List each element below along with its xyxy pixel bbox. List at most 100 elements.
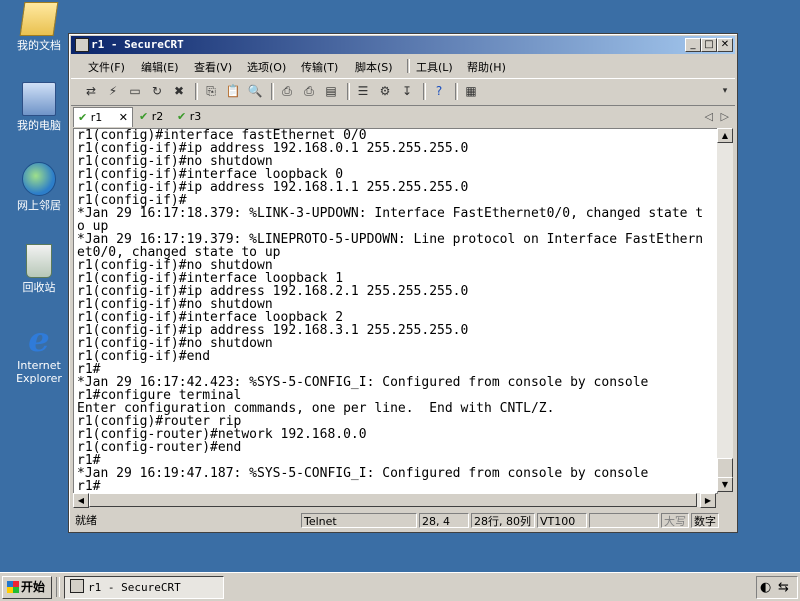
taskbar-separator [56,577,60,597]
terminal-line: r1(config-router)#end [77,440,242,455]
recycle-bin-icon [26,244,52,278]
menu-edit[interactable]: 编辑(E) [141,59,179,75]
connect-icon[interactable]: ⇄ [83,83,99,99]
map-icon[interactable]: ▦ [463,83,479,99]
terminal-lines: r1(config)#interface fastEthernet 0/0 r1(… [77,129,703,493]
taskbar-button-label: r1 - SecureCRT [88,581,181,594]
tab-label: r2 [151,110,164,123]
desktop-icon-my-computer[interactable]: 我的电脑 [8,82,70,132]
scroll-down-icon[interactable]: ▼ [717,477,733,492]
vertical-scrollbar[interactable]: ▲ ▼ [717,128,733,492]
securecrt-task-icon [70,579,84,593]
securecrt-app-icon[interactable] [75,38,89,52]
menu-file[interactable]: 文件(F) [88,59,125,75]
status-ready: 就绪 [75,514,97,527]
toolbar-overflow-icon[interactable]: ▾ [717,83,733,99]
securecrt-window: r1 - SecureCRT _ □ ✕ 文件(F) 编辑(E) 查看(V) 选… [68,33,738,533]
desktop-icon-label: 我的文档 [17,39,61,52]
tab-prev-icon[interactable]: ◁ [705,107,713,126]
my-documents-icon [19,2,59,36]
desktop-icon-label: 回收站 [22,281,56,294]
toolbar-separator [271,83,274,100]
start-button[interactable]: 开始 [2,576,52,599]
quick-connect-icon[interactable]: ⚡ [105,83,121,99]
network-icon[interactable]: ⇆ [778,580,789,595]
tab-label: r1 [90,111,103,124]
keymap-icon[interactable]: ↧ [399,83,415,99]
status-empty-cell [589,513,659,528]
desktop-icon-my-documents[interactable]: 我的文档 [8,2,70,52]
menu-bar: 文件(F) 编辑(E) 查看(V) 选项(O) 传输(T) 脚本(S) 工具(L… [71,56,735,76]
tab-r1[interactable]: ✔ r1 ✕ [73,107,133,127]
toolbar-separator [195,83,198,100]
tab-r2[interactable]: ✔ r2 [139,107,171,126]
toolbar-separator [423,83,426,100]
window-titlebar[interactable]: r1 - SecureCRT _ □ ✕ [71,36,735,54]
system-tray: ◐ ⇆ [756,576,798,599]
horizontal-scroll-thumb[interactable] [89,493,697,507]
close-button[interactable]: ✕ [717,38,733,52]
taskbar-securecrt-button[interactable]: r1 - SecureCRT [64,576,224,599]
reconnect-icon[interactable]: ↻ [149,83,165,99]
print-icon[interactable]: ⎙ [279,83,295,99]
desktop-icon-network-places[interactable]: 网上邻居 [8,162,70,212]
scroll-up-icon[interactable]: ▲ [717,128,733,143]
menu-script[interactable]: 脚本(S) [355,59,393,75]
menu-tools[interactable]: 工具(L) [416,59,453,75]
tab-next-icon[interactable]: ▷ [721,107,729,126]
desktop-icon-label: 我的电脑 [17,119,61,132]
menu-view[interactable]: 查看(V) [194,59,232,75]
disconnect-icon[interactable]: ✖ [171,83,187,99]
print-selection-icon[interactable]: ⎙ [301,83,317,99]
help-icon[interactable]: ? [431,83,447,99]
internet-explorer-icon: e [28,320,50,360]
window-title: r1 - SecureCRT [91,38,184,51]
scroll-left-icon[interactable]: ◀ [73,493,89,508]
volume-icon[interactable]: ◐ [760,580,771,595]
toolbar-separator [455,83,458,100]
terminal-line: r1(config-if)#end [77,349,211,364]
taskbar: 开始 r1 - SecureCRT ◐ ⇆ [0,572,800,601]
status-caps-lock: 大写 [661,513,689,528]
terminal-line: *Jan 29 16:19:47.187: %SYS-5-CONFIG_I: C… [77,466,649,481]
desktop-icon-label: Internet Explorer [16,359,62,385]
network-places-icon [22,162,56,196]
windows-flag-icon [7,581,19,593]
status-emulation: VT100 [537,513,587,528]
session-tabs: ✔ r1 ✕ ✔ r2 ✔ r3 ◁ ▷ [73,107,733,127]
find-icon[interactable]: 🔍 [247,83,263,99]
tab-close-button[interactable]: ✕ [119,108,128,127]
scroll-right-icon[interactable]: ▶ [700,493,716,508]
paste-icon[interactable]: 📋 [225,83,241,99]
connected-check-icon: ✔ [139,110,149,123]
menu-separator [407,59,410,73]
connected-check-icon: ✔ [177,110,187,123]
desktop-icon-internet-explorer[interactable]: e Internet Explorer [8,320,70,385]
minimize-button[interactable]: _ [685,38,701,52]
maximize-button[interactable]: □ [701,38,717,52]
tab-label: r3 [189,110,202,123]
connect-tab-icon[interactable]: ▭ [127,83,143,99]
global-options-icon[interactable]: ⚙ [377,83,393,99]
tab-r3[interactable]: ✔ r3 [177,107,209,126]
menu-transfer[interactable]: 传输(T) [301,59,338,75]
menu-help[interactable]: 帮助(H) [467,59,506,75]
desktop-icon-recycle-bin[interactable]: 回收站 [8,244,70,294]
terminal-output[interactable]: r1(config)#interface fastEthernet 0/0 r1(… [73,128,718,494]
my-computer-icon [22,82,56,116]
toolbar: ⇄ ⚡ ▭ ↻ ✖ ⎘ 📋 🔍 ⎙ ⎙ ▤ ☰ ⚙ ↧ ? ▦ ▾ [71,78,735,106]
menu-options[interactable]: 选项(O) [247,59,286,75]
start-label: 开始 [21,580,46,594]
status-terminal-size: 28行, 80列 [471,513,535,528]
horizontal-scrollbar[interactable]: ◀ ▶ [73,493,716,508]
status-cursor-position: 28, 4 [419,513,469,528]
terminal-line: *Jan 29 16:17:18.379: %LINK-3-UPDOWN: In… [77,206,704,221]
copy-icon[interactable]: ⎘ [203,83,219,99]
printer-icon[interactable]: ▤ [323,83,339,99]
vertical-scroll-thumb[interactable] [717,458,733,478]
status-bar: 就绪 Telnet 28, 4 28行, 80列 VT100 大写 数字 [71,511,735,530]
session-options-icon[interactable]: ☰ [355,83,371,99]
desktop-icon-label: 网上邻居 [17,199,61,212]
status-num-lock: 数字 [691,513,719,528]
terminal-line: r1# [77,479,101,494]
